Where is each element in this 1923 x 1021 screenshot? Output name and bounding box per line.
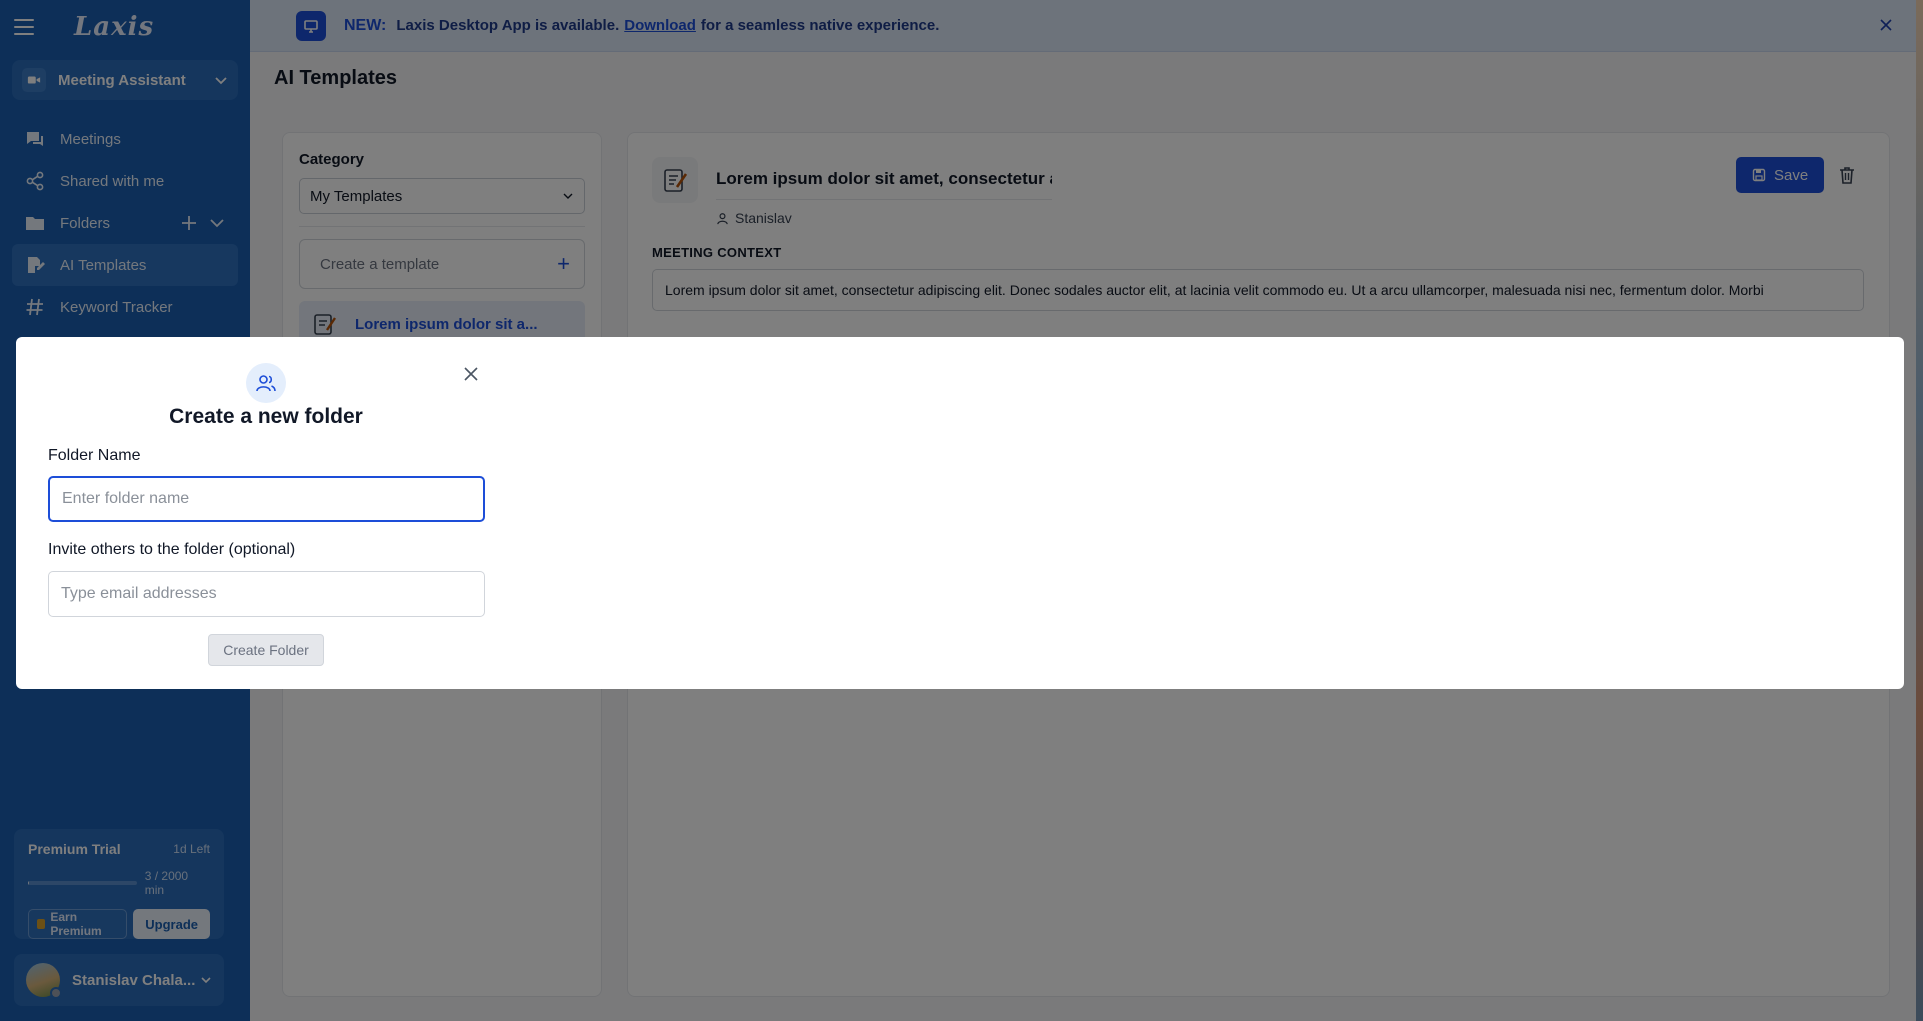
folder-name-label: Folder Name [48, 447, 141, 464]
users-icon [246, 363, 286, 403]
invite-label: Invite others to the folder (optional) [48, 541, 296, 558]
modal-title: Create a new folder [169, 405, 363, 428]
close-icon[interactable] [463, 366, 479, 382]
window-edge [1916, 0, 1923, 1021]
folder-name-input[interactable] [48, 476, 485, 522]
invite-email-input[interactable] [48, 571, 485, 617]
create-folder-modal: Create a new folder Folder Name Invite o… [16, 337, 1904, 689]
create-folder-button[interactable]: Create Folder [208, 634, 324, 666]
